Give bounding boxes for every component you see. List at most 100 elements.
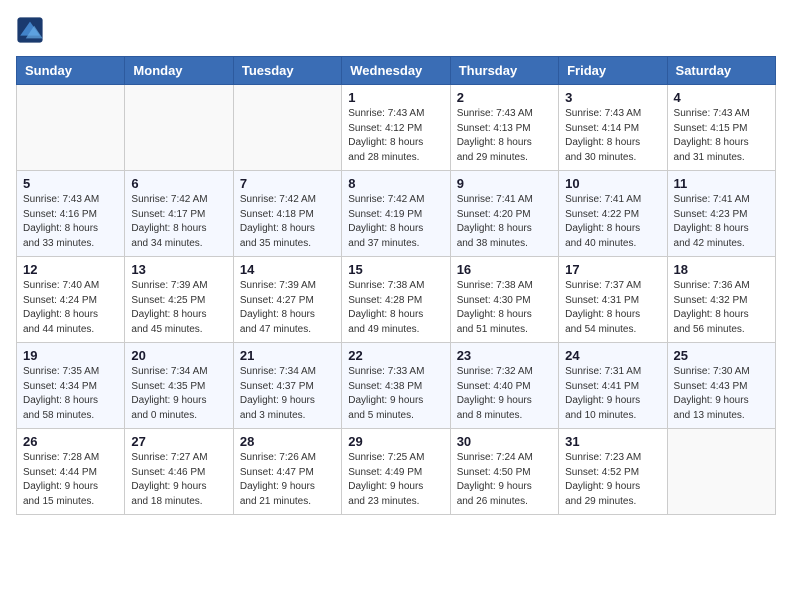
day-info: Sunrise: 7:34 AM Sunset: 4:35 PM Dayligh… bbox=[131, 365, 226, 423]
day-number: 11 bbox=[674, 176, 769, 191]
day-number: 6 bbox=[131, 176, 226, 191]
weekday-header-sunday: Sunday bbox=[17, 57, 125, 85]
weekday-header-saturday: Saturday bbox=[667, 57, 775, 85]
day-info: Sunrise: 7:41 AM Sunset: 4:20 PM Dayligh… bbox=[457, 193, 552, 251]
day-number: 3 bbox=[565, 90, 660, 105]
day-cell: 20 Sunrise: 7:34 AM Sunset: 4:35 PM Dayli… bbox=[125, 343, 233, 429]
day-number: 17 bbox=[565, 262, 660, 277]
day-number: 30 bbox=[457, 434, 552, 449]
day-info: Sunrise: 7:41 AM Sunset: 4:22 PM Dayligh… bbox=[565, 193, 660, 251]
day-info: Sunrise: 7:25 AM Sunset: 4:49 PM Dayligh… bbox=[348, 451, 443, 509]
day-number: 20 bbox=[131, 348, 226, 363]
weekday-header-tuesday: Tuesday bbox=[233, 57, 341, 85]
day-cell: 13 Sunrise: 7:39 AM Sunset: 4:25 PM Dayli… bbox=[125, 257, 233, 343]
day-cell: 11 Sunrise: 7:41 AM Sunset: 4:23 PM Dayli… bbox=[667, 171, 775, 257]
day-info: Sunrise: 7:43 AM Sunset: 4:13 PM Dayligh… bbox=[457, 107, 552, 165]
weekday-header-thursday: Thursday bbox=[450, 57, 558, 85]
day-cell: 17 Sunrise: 7:37 AM Sunset: 4:31 PM Dayli… bbox=[559, 257, 667, 343]
weekday-header-wednesday: Wednesday bbox=[342, 57, 450, 85]
calendar-body: 1 Sunrise: 7:43 AM Sunset: 4:12 PM Daylig… bbox=[17, 85, 776, 515]
logo-icon bbox=[16, 16, 44, 44]
day-cell: 6 Sunrise: 7:42 AM Sunset: 4:17 PM Daylig… bbox=[125, 171, 233, 257]
day-number: 27 bbox=[131, 434, 226, 449]
day-number: 15 bbox=[348, 262, 443, 277]
day-number: 26 bbox=[23, 434, 118, 449]
day-cell: 7Sunrise: 7:42 AM Sunset: 4:18 PM Daylig… bbox=[233, 171, 341, 257]
day-number: 12 bbox=[23, 262, 118, 277]
day-info: Sunrise: 7:37 AM Sunset: 4:31 PM Dayligh… bbox=[565, 279, 660, 337]
day-cell: 28 Sunrise: 7:26 AM Sunset: 4:47 PM Dayli… bbox=[233, 429, 341, 515]
day-number: 25 bbox=[674, 348, 769, 363]
day-number: 24 bbox=[565, 348, 660, 363]
day-cell bbox=[233, 85, 341, 171]
day-info: Sunrise: 7:31 AM Sunset: 4:41 PM Dayligh… bbox=[565, 365, 660, 423]
day-info: Sunrise: 7:24 AM Sunset: 4:50 PM Dayligh… bbox=[457, 451, 552, 509]
day-info: Sunrise: 7:28 AM Sunset: 4:44 PM Dayligh… bbox=[23, 451, 118, 509]
day-cell: 1 Sunrise: 7:43 AM Sunset: 4:12 PM Daylig… bbox=[342, 85, 450, 171]
day-number: 7 bbox=[240, 176, 335, 191]
weekday-header-monday: Monday bbox=[125, 57, 233, 85]
day-info: Sunrise: 7:30 AM Sunset: 4:43 PM Dayligh… bbox=[674, 365, 769, 423]
day-number: 1 bbox=[348, 90, 443, 105]
day-cell: 18 Sunrise: 7:36 AM Sunset: 4:32 PM Dayli… bbox=[667, 257, 775, 343]
week-row-1: 1 Sunrise: 7:43 AM Sunset: 4:12 PM Daylig… bbox=[17, 85, 776, 171]
day-info: Sunrise: 7:43 AM Sunset: 4:12 PM Dayligh… bbox=[348, 107, 443, 165]
day-number: 5 bbox=[23, 176, 118, 191]
day-cell: 26 Sunrise: 7:28 AM Sunset: 4:44 PM Dayli… bbox=[17, 429, 125, 515]
day-info: Sunrise: 7:34 AM Sunset: 4:37 PM Dayligh… bbox=[240, 365, 335, 423]
day-cell: 24 Sunrise: 7:31 AM Sunset: 4:41 PM Dayli… bbox=[559, 343, 667, 429]
day-number: 14 bbox=[240, 262, 335, 277]
day-number: 4 bbox=[674, 90, 769, 105]
day-info: Sunrise: 7:35 AM Sunset: 4:34 PM Dayligh… bbox=[23, 365, 118, 423]
day-cell: 31 Sunrise: 7:23 AM Sunset: 4:52 PM Dayli… bbox=[559, 429, 667, 515]
day-info: Sunrise: 7:32 AM Sunset: 4:40 PM Dayligh… bbox=[457, 365, 552, 423]
day-cell: 2 Sunrise: 7:43 AM Sunset: 4:13 PM Daylig… bbox=[450, 85, 558, 171]
week-row-4: 19 Sunrise: 7:35 AM Sunset: 4:34 PM Dayli… bbox=[17, 343, 776, 429]
day-cell bbox=[125, 85, 233, 171]
day-number: 31 bbox=[565, 434, 660, 449]
day-info: Sunrise: 7:27 AM Sunset: 4:46 PM Dayligh… bbox=[131, 451, 226, 509]
header bbox=[16, 16, 776, 44]
day-cell: 25 Sunrise: 7:30 AM Sunset: 4:43 PM Dayli… bbox=[667, 343, 775, 429]
day-info: Sunrise: 7:26 AM Sunset: 4:47 PM Dayligh… bbox=[240, 451, 335, 509]
day-info: Sunrise: 7:41 AM Sunset: 4:23 PM Dayligh… bbox=[674, 193, 769, 251]
day-info: Sunrise: 7:36 AM Sunset: 4:32 PM Dayligh… bbox=[674, 279, 769, 337]
day-number: 10 bbox=[565, 176, 660, 191]
day-info: Sunrise: 7:43 AM Sunset: 4:14 PM Dayligh… bbox=[565, 107, 660, 165]
day-cell: 9Sunrise: 7:41 AM Sunset: 4:20 PM Daylig… bbox=[450, 171, 558, 257]
day-cell: 16 Sunrise: 7:38 AM Sunset: 4:30 PM Dayli… bbox=[450, 257, 558, 343]
day-number: 2 bbox=[457, 90, 552, 105]
weekday-header-friday: Friday bbox=[559, 57, 667, 85]
day-cell: 19 Sunrise: 7:35 AM Sunset: 4:34 PM Dayli… bbox=[17, 343, 125, 429]
day-number: 13 bbox=[131, 262, 226, 277]
day-cell: 27 Sunrise: 7:27 AM Sunset: 4:46 PM Dayli… bbox=[125, 429, 233, 515]
day-info: Sunrise: 7:23 AM Sunset: 4:52 PM Dayligh… bbox=[565, 451, 660, 509]
day-info: Sunrise: 7:39 AM Sunset: 4:27 PM Dayligh… bbox=[240, 279, 335, 337]
day-cell: 15 Sunrise: 7:38 AM Sunset: 4:28 PM Dayli… bbox=[342, 257, 450, 343]
day-info: Sunrise: 7:33 AM Sunset: 4:38 PM Dayligh… bbox=[348, 365, 443, 423]
day-info: Sunrise: 7:40 AM Sunset: 4:24 PM Dayligh… bbox=[23, 279, 118, 337]
weekday-header-row: SundayMondayTuesdayWednesdayThursdayFrid… bbox=[17, 57, 776, 85]
day-info: Sunrise: 7:43 AM Sunset: 4:15 PM Dayligh… bbox=[674, 107, 769, 165]
day-cell: 21Sunrise: 7:34 AM Sunset: 4:37 PM Dayli… bbox=[233, 343, 341, 429]
day-number: 19 bbox=[23, 348, 118, 363]
day-info: Sunrise: 7:38 AM Sunset: 4:30 PM Dayligh… bbox=[457, 279, 552, 337]
day-info: Sunrise: 7:39 AM Sunset: 4:25 PM Dayligh… bbox=[131, 279, 226, 337]
day-info: Sunrise: 7:42 AM Sunset: 4:17 PM Dayligh… bbox=[131, 193, 226, 251]
day-cell: 4 Sunrise: 7:43 AM Sunset: 4:15 PM Daylig… bbox=[667, 85, 775, 171]
day-cell: 10 Sunrise: 7:41 AM Sunset: 4:22 PM Dayli… bbox=[559, 171, 667, 257]
day-cell bbox=[17, 85, 125, 171]
day-cell: 22Sunrise: 7:33 AM Sunset: 4:38 PM Dayli… bbox=[342, 343, 450, 429]
day-number: 28 bbox=[240, 434, 335, 449]
day-cell: 5Sunrise: 7:43 AM Sunset: 4:16 PM Daylig… bbox=[17, 171, 125, 257]
day-info: Sunrise: 7:38 AM Sunset: 4:28 PM Dayligh… bbox=[348, 279, 443, 337]
day-cell bbox=[667, 429, 775, 515]
day-cell: 3 Sunrise: 7:43 AM Sunset: 4:14 PM Daylig… bbox=[559, 85, 667, 171]
day-number: 16 bbox=[457, 262, 552, 277]
day-number: 8 bbox=[348, 176, 443, 191]
day-cell: 30 Sunrise: 7:24 AM Sunset: 4:50 PM Dayli… bbox=[450, 429, 558, 515]
week-row-2: 5Sunrise: 7:43 AM Sunset: 4:16 PM Daylig… bbox=[17, 171, 776, 257]
day-cell: 23Sunrise: 7:32 AM Sunset: 4:40 PM Dayli… bbox=[450, 343, 558, 429]
week-row-3: 12 Sunrise: 7:40 AM Sunset: 4:24 PM Dayli… bbox=[17, 257, 776, 343]
day-number: 18 bbox=[674, 262, 769, 277]
